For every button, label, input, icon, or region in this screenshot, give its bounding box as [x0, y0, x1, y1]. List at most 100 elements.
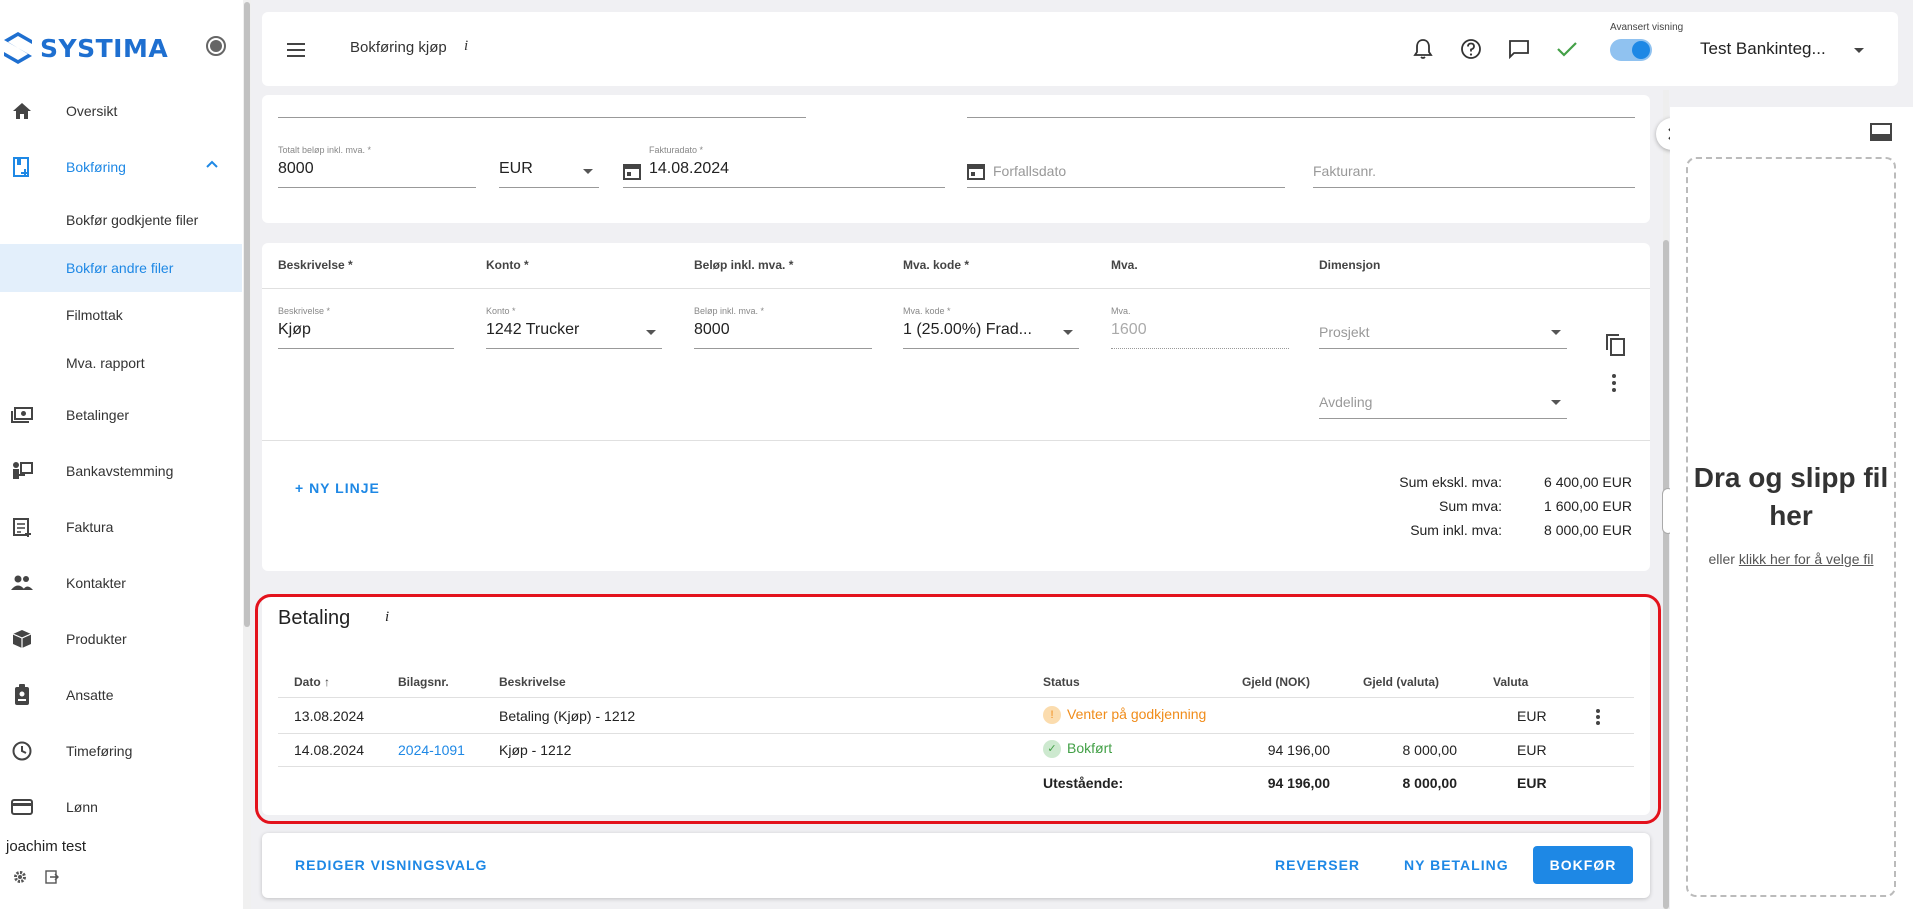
file-drop-zone[interactable]: Dra og slipp fil her eller klikk her for…: [1686, 157, 1896, 897]
sidebar-item-mva-rapport[interactable]: Mva. rapport: [0, 339, 242, 387]
sidebar-item-label: Bokfør andre filer: [66, 260, 174, 276]
panel-layout-icon[interactable]: [1870, 123, 1892, 141]
sidebar-item-timeforing[interactable]: Timeføring: [0, 727, 242, 775]
brand-name: SYSTIMA: [40, 33, 169, 63]
sidebar-item-label: Bankavstemming: [66, 463, 174, 479]
bank-reconcile-icon: [10, 459, 34, 483]
caret-down-icon: [1551, 330, 1561, 335]
new-payment-button[interactable]: NY BETALING: [1404, 857, 1509, 873]
sidebar-item-label: Oversikt: [66, 103, 118, 119]
sidebar-item-filmottak[interactable]: Filmottak: [0, 291, 242, 339]
payments-icon: [10, 403, 34, 427]
page-title: Bokføring kjøp: [350, 39, 447, 56]
column-header: Dimensjon: [1319, 258, 1381, 272]
sidebar-item-ansatte[interactable]: Ansatte: [0, 671, 242, 719]
more-vertical-icon[interactable]: [1611, 373, 1617, 393]
column-header: Beløp inkl. mva. *: [694, 258, 794, 272]
sum-excl-vat-value: 6 400,00 EUR: [1544, 474, 1632, 490]
caret-down-icon[interactable]: [1854, 48, 1864, 53]
invoice-date-field[interactable]: Fakturadato * 14.08.2024: [623, 145, 945, 188]
line-vat-field: Mva. 1600: [1111, 306, 1289, 349]
chevron-up-icon[interactable]: [205, 159, 219, 169]
sidebar-item-bokforing[interactable]: Bokføring: [0, 143, 242, 191]
sum-vat-label: Sum mva:: [1438, 498, 1502, 514]
total-amount-input[interactable]: 8000: [278, 160, 314, 178]
choose-file-link[interactable]: klikk her for å velge fil: [1739, 551, 1874, 567]
sidebar-item-oversikt[interactable]: Oversikt: [0, 87, 242, 135]
sidebar-item-label: Faktura: [66, 519, 114, 535]
company-selector[interactable]: Test Bankinteg...: [1700, 39, 1826, 59]
sidebar-item-bokfor-godkjente-filer[interactable]: Bokfør godkjente filer: [0, 196, 242, 244]
line-vat-code-select[interactable]: Mva. kode * 1 (25.00%) Frad...: [903, 306, 1079, 349]
sum-vat-value: 1 600,00 EUR: [1544, 498, 1632, 514]
sidebar-item-label: Filmottak: [66, 307, 123, 323]
sidebar-item-label: Bokfør godkjente filer: [66, 212, 199, 228]
line-description-field[interactable]: Beskrivelse * Kjøp: [278, 306, 454, 349]
topbar: Bokføring kjøp i Avansert visning Test B…: [262, 12, 1898, 86]
products-icon: [10, 627, 34, 651]
advanced-view-toggle[interactable]: [1610, 39, 1652, 61]
sum-excl-vat-label: Sum ekskl. mva:: [1399, 474, 1502, 490]
sum-incl-vat-label: Sum inkl. mva:: [1410, 522, 1502, 538]
calendar-icon[interactable]: [623, 162, 641, 180]
sidebar-item-bokfor-andre-filer[interactable]: Bokfør andre filer: [0, 244, 242, 292]
due-date-field[interactable]: Forfallsdato: [967, 145, 1285, 188]
column-header: Beskrivelse *: [278, 258, 353, 272]
total-amount-field[interactable]: Totalt beløp inkl. mva. * 8000: [278, 145, 476, 188]
edit-view-button[interactable]: REDIGER VISNINGSVALG: [295, 857, 487, 873]
highlight-box: [255, 594, 1661, 824]
sidebar-item-label: Betalinger: [66, 407, 130, 423]
caret-down-icon: [1551, 400, 1561, 405]
line-project-select[interactable]: Prosjekt: [1319, 306, 1567, 349]
main-scrollbar-thumb[interactable]: [1663, 240, 1669, 909]
menu-icon[interactable]: [287, 43, 305, 57]
sidebar-item-bankavstemming[interactable]: Bankavstemming: [0, 447, 242, 495]
gear-icon[interactable]: [13, 870, 27, 884]
new-line-button[interactable]: + NY LINJE: [295, 480, 380, 496]
home-icon: [10, 99, 34, 123]
line-account-select[interactable]: Konto * 1242 Trucker: [486, 306, 662, 349]
invoice-icon: [10, 515, 34, 539]
sidebar-item-label: Produkter: [66, 631, 127, 647]
invoice-number-field[interactable]: Fakturanr.: [1313, 145, 1635, 188]
line-department-select[interactable]: Avdeling: [1319, 376, 1567, 419]
sidebar-scrollbar-thumb[interactable]: [244, 2, 250, 627]
help-icon[interactable]: [1459, 37, 1483, 61]
theme-toggle-icon[interactable]: [206, 36, 226, 56]
currency-select[interactable]: EUR: [499, 145, 599, 188]
card-icon: [10, 795, 34, 819]
invoice-header-card: Totalt beløp inkl. mva. * 8000 EUR Faktu…: [262, 95, 1650, 223]
logout-icon[interactable]: [45, 870, 59, 884]
column-header: Mva.: [1111, 258, 1138, 272]
sidebar-item-label: Lønn: [66, 799, 98, 815]
bell-icon[interactable]: [1411, 37, 1435, 61]
calendar-icon[interactable]: [967, 162, 985, 180]
sum-incl-vat-value: 8 000,00 EUR: [1544, 522, 1632, 538]
clock-icon: [10, 739, 34, 763]
contacts-icon: [10, 571, 34, 595]
caret-down-icon: [1063, 330, 1073, 335]
check-icon[interactable]: [1555, 37, 1579, 61]
sidebar-item-produkter[interactable]: Produkter: [0, 615, 242, 663]
sidebar-item-label: Timeføring: [66, 743, 133, 759]
copy-icon[interactable]: [1604, 333, 1626, 357]
sidebar-item-lonn[interactable]: Lønn: [0, 783, 242, 831]
reverse-button[interactable]: REVERSER: [1275, 857, 1360, 873]
line-amount-field[interactable]: Beløp inkl. mva. * 8000: [694, 306, 872, 349]
sidebar-item-label: Mva. rapport: [66, 355, 145, 371]
logo[interactable]: SYSTIMA: [2, 28, 168, 68]
drop-title: Dra og slipp fil her: [1693, 462, 1889, 531]
user-name: joachim test: [6, 838, 87, 855]
sidebar: SYSTIMA Oversikt Bokføring Bokfør godkje…: [0, 0, 250, 909]
sidebar-item-label: Kontakter: [66, 575, 126, 591]
sidebar-item-kontakter[interactable]: Kontakter: [0, 559, 242, 607]
book-button[interactable]: BOKFØR: [1533, 846, 1633, 884]
column-header: Mva. kode *: [903, 258, 970, 272]
sidebar-item-label: Ansatte: [66, 687, 114, 703]
sidebar-item-betalinger[interactable]: Betalinger: [0, 391, 242, 439]
caret-down-icon: [646, 330, 656, 335]
employees-icon: [10, 683, 34, 707]
sidebar-item-faktura[interactable]: Faktura: [0, 503, 242, 551]
info-icon[interactable]: i: [464, 38, 468, 55]
chat-icon[interactable]: [1507, 37, 1531, 61]
